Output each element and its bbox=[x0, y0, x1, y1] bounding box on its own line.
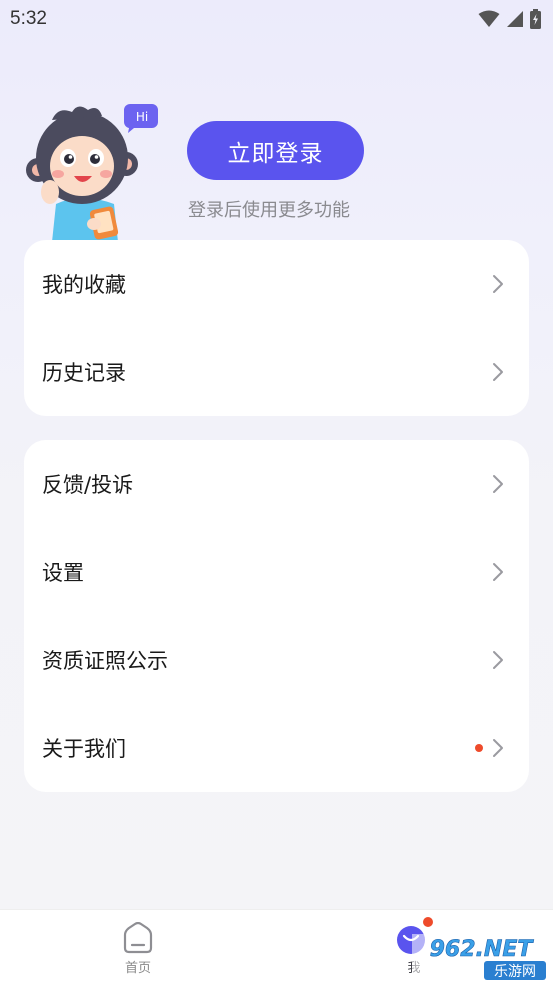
962-net-watermark-logo: 962.NET 乐游网 bbox=[412, 934, 550, 982]
menu-item-favorites[interactable]: 我的收藏 bbox=[24, 240, 529, 328]
menu-item-label: 我的收藏 bbox=[42, 273, 126, 297]
notification-dot bbox=[475, 744, 483, 752]
menu-item-about-us[interactable]: 关于我们 bbox=[24, 704, 529, 792]
chevron-right-icon bbox=[493, 651, 503, 669]
chevron-right-icon bbox=[493, 563, 503, 581]
login-button[interactable]: 立即登录 bbox=[187, 121, 364, 180]
status-time: 5:32 bbox=[10, 8, 47, 29]
tab-home[interactable]: 首页 bbox=[112, 922, 164, 976]
menu-item-history[interactable]: 历史记录 bbox=[24, 328, 529, 416]
menu-card-secondary: 反馈/投诉 设置 资质证照公示 关于我们 bbox=[24, 440, 529, 792]
cellular-signal-icon bbox=[507, 11, 523, 27]
monkey-mascot-illustration: Hi bbox=[26, 104, 158, 242]
svg-text:962.NET: 962.NET bbox=[430, 937, 535, 962]
login-hint-text: 登录后使用更多功能 bbox=[188, 200, 350, 221]
menu-item-label: 资质证照公示 bbox=[42, 649, 168, 673]
status-bar: 5:32 bbox=[0, 0, 553, 38]
battery-icon bbox=[530, 9, 541, 29]
tab-home-label: 首页 bbox=[124, 961, 151, 976]
svg-text:Hi: Hi bbox=[136, 110, 148, 124]
home-icon bbox=[123, 922, 153, 954]
menu-item-feedback[interactable]: 反馈/投诉 bbox=[24, 440, 529, 528]
menu-item-qualifications[interactable]: 资质证照公示 bbox=[24, 616, 529, 704]
chevron-right-icon bbox=[493, 363, 503, 381]
menu-item-label: 设置 bbox=[42, 561, 84, 585]
menu-item-label: 反馈/投诉 bbox=[42, 473, 134, 497]
menu-item-label: 关于我们 bbox=[42, 737, 126, 761]
chevron-right-icon bbox=[493, 275, 503, 293]
svg-text:乐游网: 乐游网 bbox=[494, 964, 536, 980]
chevron-right-icon bbox=[493, 475, 503, 493]
menu-card-primary: 我的收藏 历史记录 bbox=[24, 240, 529, 416]
status-icons bbox=[478, 9, 541, 29]
menu-item-label: 历史记录 bbox=[42, 361, 126, 385]
hi-speech-bubble: Hi bbox=[123, 104, 158, 133]
menu-item-settings[interactable]: 设置 bbox=[24, 528, 529, 616]
chevron-right-icon bbox=[493, 739, 503, 757]
wifi-icon bbox=[478, 10, 500, 27]
